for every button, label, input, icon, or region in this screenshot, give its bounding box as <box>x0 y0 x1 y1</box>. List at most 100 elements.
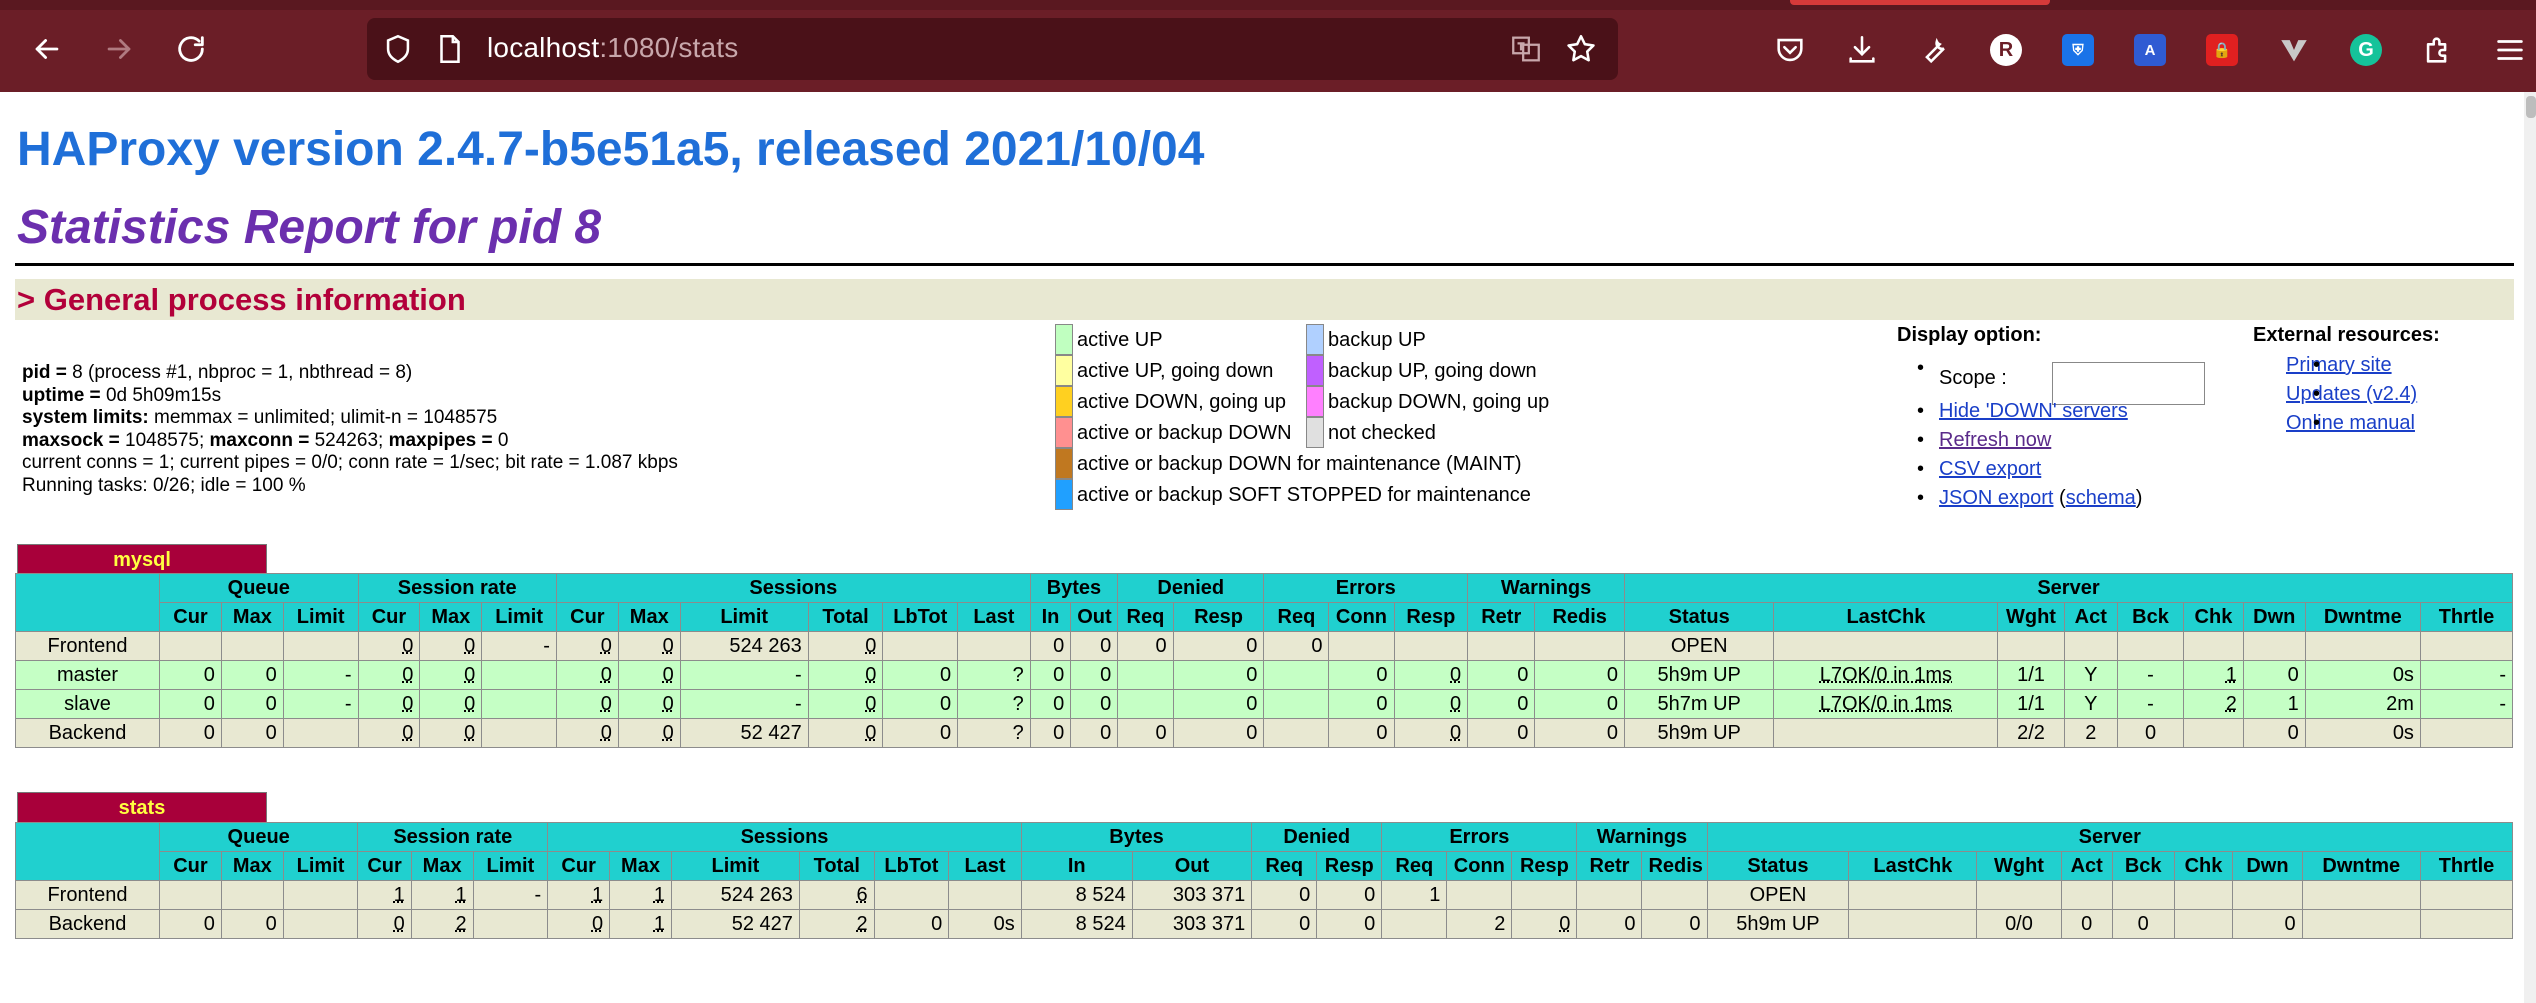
group-header: Denied <box>1251 822 1383 852</box>
blue-extension-icon[interactable]: ⛨ <box>2058 30 2098 70</box>
translate-extension-icon[interactable]: A <box>2130 30 2170 70</box>
column-header: Conn <box>1446 851 1513 881</box>
column-header: Total <box>807 602 884 632</box>
table-cell <box>1328 631 1395 661</box>
external-resources-title: External resources: <box>2253 324 2440 346</box>
table-cell: 0 <box>1511 909 1578 939</box>
column-header: Resp <box>1393 602 1469 632</box>
table-cell: 1/1 <box>1997 689 2065 719</box>
pocket-icon[interactable] <box>1770 30 1810 70</box>
general-section-title: > General process information <box>17 282 466 317</box>
table-cell: 0 <box>1328 718 1395 748</box>
column-header: Status <box>1706 851 1850 881</box>
column-header: Req <box>1381 851 1448 881</box>
scope-item: Scope : <box>1897 357 2205 405</box>
row-label: Backend <box>15 909 160 939</box>
legend-label: backup DOWN, going up <box>1328 391 1550 413</box>
proxy-name-stats[interactable]: stats <box>17 792 267 823</box>
url-text[interactable]: localhost:1080/stats <box>487 32 739 64</box>
table-cell <box>1976 880 2062 910</box>
cell-value: 0 <box>203 663 215 686</box>
r-extension-icon[interactable]: R <box>1986 30 2026 70</box>
table-cell <box>1117 660 1174 690</box>
maxsock-label: maxsock = <box>22 429 125 451</box>
address-bar[interactable]: localhost:1080/stats <box>367 18 1618 80</box>
menu-icon[interactable] <box>2490 30 2530 70</box>
reload-button[interactable] <box>168 26 214 72</box>
cell-value: 0 <box>1299 883 1311 906</box>
bookmark-star-icon[interactable] <box>1562 30 1600 68</box>
forward-button[interactable] <box>96 26 142 72</box>
cell-value: 5h7m UP <box>1657 692 1741 715</box>
row-label[interactable]: slave <box>14 689 161 719</box>
table-cell: 5h9m UP <box>1706 909 1850 939</box>
cell-value: - <box>795 692 802 715</box>
column-header: Limit <box>679 602 809 632</box>
cell-value: 0 <box>865 721 877 744</box>
back-button[interactable] <box>24 26 70 72</box>
cell-value: - <box>2499 692 2506 715</box>
json-export-link[interactable]: JSON export <box>1939 487 2053 509</box>
vee-extension-icon[interactable] <box>2274 30 2314 70</box>
title-divider <box>15 263 2514 266</box>
legend-swatch <box>1055 417 1073 448</box>
proxy-name-mysql[interactable]: mysql <box>17 544 267 575</box>
maxpipes-label: maxpipes = <box>388 429 498 451</box>
cell-value: 0 <box>591 912 604 935</box>
download-icon[interactable] <box>1842 30 1882 70</box>
lock-extension-icon[interactable]: 🔒 <box>2202 30 2242 70</box>
grammarly-icon[interactable]: G <box>2346 30 2386 70</box>
table-cell: 0 <box>617 718 681 748</box>
scope-input[interactable] <box>2052 362 2205 405</box>
translate-page-icon[interactable] <box>1507 30 1545 68</box>
column-header: Dwn <box>2232 851 2303 881</box>
table-cell: 0 <box>1117 718 1174 748</box>
cell-value: 5h9m UP <box>1657 721 1741 744</box>
cell-value: 2 <box>1494 912 1506 935</box>
uptime-line: uptime = 0d 5h09m15s <box>22 385 678 408</box>
cell-value: 5h9m UP <box>1736 912 1820 935</box>
table-cell: 0 <box>1251 880 1318 910</box>
cell-value: 8 524 <box>1075 912 1126 935</box>
tab-strip <box>0 0 2536 10</box>
group-header: Sessions <box>555 573 1031 603</box>
table-cell <box>2183 718 2244 748</box>
general-section-bar: > General process information <box>15 279 2514 320</box>
table-cell: 0 <box>1467 718 1536 748</box>
table-cell <box>1576 880 1643 910</box>
table-cell: 0 <box>807 718 884 748</box>
cell-value: 0 <box>1450 692 1462 715</box>
cell-value: 0 <box>1299 912 1311 935</box>
schema-link[interactable]: schema <box>2066 487 2136 509</box>
cell-value: - <box>795 663 802 686</box>
table-cell: 8 524 <box>1020 909 1133 939</box>
shield-icon[interactable] <box>379 30 417 68</box>
primary-site-link[interactable]: Primary site <box>2286 354 2392 376</box>
table-cell: - <box>472 880 549 910</box>
cell-value: - <box>344 692 352 715</box>
table-cell <box>1997 631 2065 661</box>
legend-label: not checked <box>1328 422 1436 444</box>
page-icon[interactable] <box>431 30 469 68</box>
refresh-link[interactable]: Refresh now <box>1939 429 2051 451</box>
hide-down-link[interactable]: Hide 'DOWN' servers <box>1939 400 2128 422</box>
table-cell: 2 <box>1446 909 1513 939</box>
table-cell: 0 <box>1172 631 1265 661</box>
updates-link[interactable]: Updates (v2.4) <box>2286 383 2417 405</box>
page-subtitle: Statistics Report for pid 8 <box>17 201 602 254</box>
external-resources: External resources: Primary site Updates… <box>2253 324 2440 441</box>
csv-export-link[interactable]: CSV export <box>1939 458 2041 480</box>
table-cell: Y <box>2063 689 2118 719</box>
wrench-icon[interactable] <box>1914 30 1954 70</box>
table-cell <box>1263 718 1330 748</box>
table-cell <box>1511 880 1578 910</box>
table-cell: 0 <box>1029 718 1072 748</box>
column-header: Req <box>1117 602 1174 632</box>
legend-swatch <box>1055 479 1073 510</box>
column-header: Max <box>220 602 284 632</box>
puzzle-icon[interactable] <box>2418 30 2458 70</box>
conns-line: current conns = 1; current pipes = 0/0; … <box>22 452 678 474</box>
row-label[interactable]: master <box>14 660 161 690</box>
online-manual-link[interactable]: Online manual <box>2286 412 2415 434</box>
cell-value: 0 <box>1364 883 1376 906</box>
